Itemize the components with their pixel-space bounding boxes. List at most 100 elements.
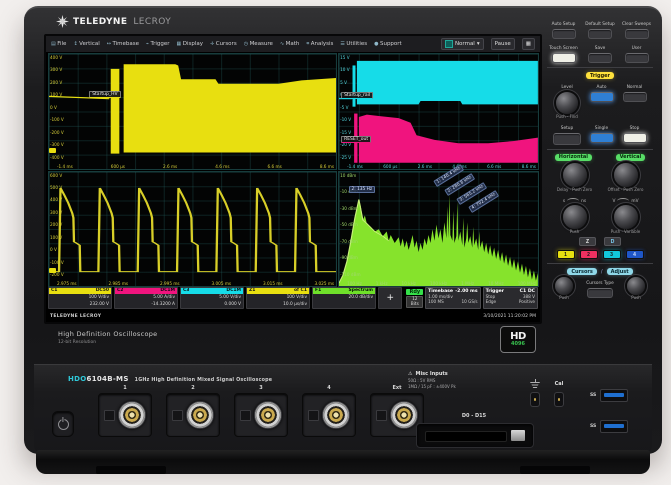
usb-port	[600, 389, 628, 402]
menu-item-icon: ∿	[280, 41, 284, 47]
peak-marker-flag: 2: 135 Hz	[349, 186, 375, 193]
model-number: 6104B-MS	[87, 375, 129, 383]
panel-button[interactable]	[588, 53, 612, 63]
digital-inputs-label: D0 - D15	[418, 413, 530, 419]
menu-item[interactable]: ↔Timebase	[107, 41, 139, 47]
cursors-section-label: Cursors	[567, 268, 597, 275]
misc-inputs-block: ⚠Misc Inputs 50Ω : 5V RMS 1MΩ / 15 pF : …	[408, 371, 456, 389]
panel-button[interactable]	[625, 29, 649, 39]
trace-descriptor[interactable]: C1DC50 100 V/div 232.00 V	[48, 287, 112, 309]
channel-button[interactable]: 4	[626, 250, 644, 259]
bnc-module	[166, 393, 220, 437]
resolution-badge: 12 Bits	[406, 296, 423, 308]
trigger-level-knob[interactable]	[556, 92, 578, 114]
cursors-knob[interactable]	[555, 277, 573, 295]
channel-button[interactable]: 1	[557, 250, 575, 259]
usb-ss-label: SS	[590, 424, 596, 429]
menu-item-icon: ☰	[340, 41, 344, 47]
menu-item[interactable]: ⌁Trigger	[146, 41, 169, 47]
menu-item[interactable]: ⌗Analysis	[306, 41, 333, 47]
arc-icon	[617, 198, 629, 204]
trace-label-c3[interactable]: Startup_rail	[341, 92, 373, 99]
display-mode-dropdown[interactable]: Normal▾	[441, 38, 484, 50]
brand-name-light: LECROY	[133, 17, 171, 27]
waveform-grid-area: Startup_HV 400 V300 V200 V100 V0 V-100 V…	[48, 53, 538, 286]
teledyne-lecroy-logo: TELEDYNELECROY	[56, 15, 171, 28]
menu-item-icon: ●	[374, 41, 378, 47]
panel-button-cell: Touch Screen	[547, 42, 580, 63]
trace-descriptor[interactable]: C2DC1M 5.00 A/div -14.3200 A	[114, 287, 178, 309]
level-label: Level	[561, 81, 572, 91]
channel-button[interactable]: 2	[580, 250, 598, 259]
menu-item[interactable]: ◷Measure	[244, 41, 273, 47]
menu-item[interactable]: ▦Display	[177, 41, 204, 47]
menu-item[interactable]: ●Support	[374, 41, 402, 47]
adjust-knob[interactable]	[627, 277, 645, 295]
power-button[interactable]	[52, 411, 74, 437]
trigger-normal-button[interactable]	[623, 92, 647, 102]
menu-item[interactable]: ☰Utilities	[340, 41, 367, 47]
menu-item-icon: ↔	[107, 41, 111, 47]
trace-descriptor[interactable]: Z1of C1 100 V/div 10.0 µs/div	[246, 287, 310, 309]
bnc-module	[234, 393, 288, 437]
cursors-type-button[interactable]	[587, 288, 613, 298]
panel-button-cell: Auto Setup	[547, 18, 580, 39]
zoom-button[interactable]: Z	[579, 237, 596, 246]
trigger-auto-button[interactable]	[590, 92, 614, 102]
panel-button[interactable]	[552, 29, 576, 39]
probus-connector	[240, 410, 251, 421]
time-per-div-knob[interactable]	[563, 205, 587, 229]
trace-descriptor[interactable]: F1Spectrum 20.0 dB/div	[312, 287, 376, 309]
trace-id: C2	[117, 288, 123, 294]
menu-item[interactable]: ✛Cursors	[210, 41, 237, 47]
menu-item[interactable]: ∿Math	[280, 41, 299, 47]
timebase-summary[interactable]: Timebase-2.00 ms 1.00 ms/div 100 MS10 GS…	[425, 287, 480, 309]
trace-label-c1[interactable]: Startup_HV	[89, 91, 120, 98]
menu-item-label: Math	[286, 41, 300, 47]
display-mode-icon	[445, 40, 453, 48]
panel-button[interactable]	[588, 29, 612, 39]
c1-waveform	[49, 54, 336, 169]
front-panel-controls: Auto Setup Default Setup Clear Sweeps	[545, 18, 655, 362]
panel-button[interactable]	[552, 53, 576, 63]
usb-ports: SS SS	[590, 389, 628, 433]
setup-label: Setup	[561, 122, 574, 132]
trace-label-c2[interactable]: RESET_out	[341, 136, 371, 143]
volts-per-div-knob[interactable]	[614, 205, 638, 229]
quadrant-c2-c3: Startup_rail RESET_out 15 V10 V5 V0 V-5 …	[338, 53, 539, 170]
timebase-samples: 100 MS	[428, 299, 444, 304]
delay-caption: Delay · Push Zero	[557, 188, 592, 193]
trigger-stop-button[interactable]	[623, 133, 647, 143]
trigger-summary[interactable]: TriggerC1 DC Stop388 V EdgePositive	[483, 287, 538, 309]
menu-item[interactable]: ▤File	[51, 41, 66, 47]
panel-button[interactable]	[625, 53, 649, 63]
nanoseconds-label: ns	[581, 199, 586, 204]
timebase-delay: -2.00 ms	[455, 289, 477, 294]
add-trace-button[interactable]: +	[378, 287, 402, 309]
model-prefix: HDO	[68, 375, 87, 383]
usb-port	[600, 420, 628, 433]
bnc-connector	[322, 401, 350, 429]
trigger-setup-button[interactable]	[553, 133, 581, 145]
panel-divider	[547, 149, 653, 150]
section-separator: /	[601, 269, 603, 275]
trigger-slope: Positive	[519, 299, 535, 304]
menu-bar: ▤File ↕Vertical ↔Timebase ⌁Trigger ▦Disp…	[46, 36, 540, 53]
menu-item[interactable]: ↕Vertical	[73, 41, 99, 47]
panel-button-label: Clear Sweeps	[622, 18, 651, 28]
chevron-down-icon: ▾	[477, 41, 480, 47]
trace-id: Z1	[249, 288, 255, 294]
menu-item-label: Display	[183, 41, 203, 47]
channel-button[interactable]: 3	[603, 250, 621, 259]
horizontal-delay-knob[interactable]	[563, 163, 587, 187]
channel-number: Ext	[392, 385, 401, 391]
menu-item-label: Support	[380, 41, 402, 47]
channel-input: 3	[234, 385, 288, 437]
digital-button[interactable]: D	[604, 237, 621, 246]
trigger-single-button[interactable]	[590, 133, 614, 143]
vertical-offset-knob[interactable]	[614, 163, 638, 187]
grid-layout-button[interactable]: ▦	[522, 38, 535, 50]
scope-title: High Definition Oscilloscope	[58, 330, 157, 338]
pause-button[interactable]: Pause	[491, 38, 515, 50]
trace-descriptor[interactable]: C3DC1M 5.00 V/div 0.000 V	[180, 287, 244, 309]
